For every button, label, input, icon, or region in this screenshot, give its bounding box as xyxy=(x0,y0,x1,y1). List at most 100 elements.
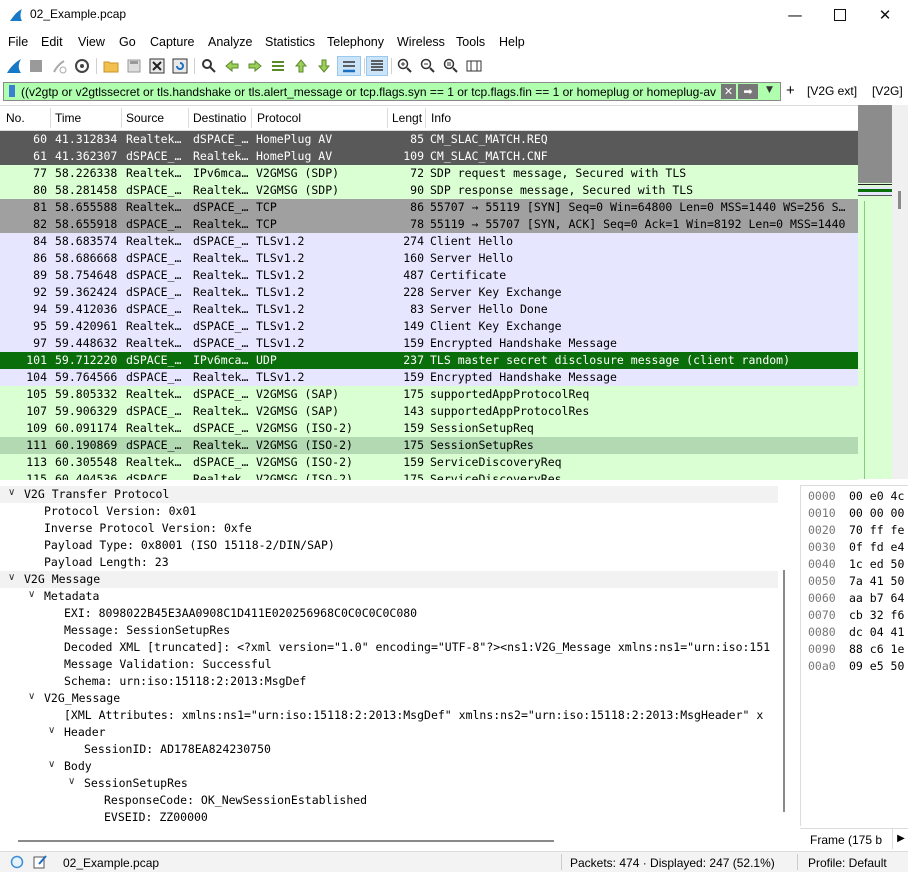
expand-chevron-icon[interactable]: ∨ xyxy=(48,759,55,770)
stop-capture-icon[interactable] xyxy=(26,56,46,76)
menu-edit[interactable]: Edit xyxy=(41,35,63,49)
packet-row[interactable]: 115 60.404536 dSPACE_… Realtek… V2GMSG (ISO-… xyxy=(0,471,858,480)
bytes-hex[interactable]: 7a 41 50 xyxy=(849,574,904,588)
column-info[interactable]: Info xyxy=(431,111,451,125)
menu-capture[interactable]: Capture xyxy=(150,35,194,49)
packet-row[interactable]: 77 58.226338 Realtek… IPv6mca… V2GMSG (SDP) 7… xyxy=(0,165,858,182)
autoscroll-icon[interactable] xyxy=(337,56,361,76)
zoom-in-icon[interactable] xyxy=(395,56,415,76)
column-divider[interactable] xyxy=(425,108,426,128)
last-packet-icon[interactable] xyxy=(314,56,334,76)
scrollbar-thumb[interactable] xyxy=(18,840,554,842)
packet-row[interactable]: 80 58.281458 dSPACE_… Realtek… V2GMSG (SDP) 9… xyxy=(0,182,858,199)
clear-filter-icon[interactable]: ✕ xyxy=(721,84,736,99)
column-divider[interactable] xyxy=(121,108,122,128)
menu-telephony[interactable]: Telephony xyxy=(327,35,384,49)
go-forward-icon[interactable] xyxy=(245,56,265,76)
scrollbar-thumb[interactable] xyxy=(898,191,901,209)
bytes-hex[interactable]: 70 ff fe xyxy=(849,523,904,537)
bytes-hex[interactable]: dc 04 41 xyxy=(849,625,904,639)
details-horizontal-scrollbar[interactable] xyxy=(0,835,790,849)
close-icon[interactable]: ✕ xyxy=(862,0,908,30)
column-divider[interactable] xyxy=(188,108,189,128)
column-divider[interactable] xyxy=(50,108,51,128)
menu-analyze[interactable]: Analyze xyxy=(208,35,252,49)
detail-tree-item[interactable]: ∨ V2G_Message xyxy=(0,690,778,707)
detail-tree-item[interactable]: Protocol Version: 0x01 xyxy=(0,503,778,520)
close-file-icon[interactable] xyxy=(147,56,167,76)
detail-tree-item[interactable]: ResponseCode: OK_NewSessionEstablished xyxy=(0,792,778,809)
expand-chevron-icon[interactable]: ∨ xyxy=(8,487,15,498)
packet-row[interactable]: 61 41.362307 dSPACE_… Realtek… HomePlug AV 10… xyxy=(0,148,858,165)
filter-bookmark-icon[interactable] xyxy=(9,85,15,97)
packet-row[interactable]: 113 60.305548 Realtek… dSPACE_… V2GMSG (ISO-… xyxy=(0,454,858,471)
packet-row[interactable]: 104 59.764566 dSPACE_… Realtek… TLSv1.2 159 En… xyxy=(0,369,858,386)
filter-button-v2g-ext[interactable]: [V2G ext] xyxy=(807,84,857,98)
colorize-icon[interactable] xyxy=(366,56,388,76)
open-file-icon[interactable] xyxy=(101,56,121,76)
packet-row[interactable]: 95 59.420961 Realtek… dSPACE_… TLSv1.2 149 Cli… xyxy=(0,318,858,335)
capture-comment-icon[interactable] xyxy=(33,854,48,869)
column-time[interactable]: Time xyxy=(55,111,81,125)
bytes-frame-tab[interactable]: Frame (175 b ▶ xyxy=(800,828,908,851)
detail-tree-item[interactable]: Schema: urn:iso:15118:2:2013:MsgDef xyxy=(0,673,778,690)
first-packet-icon[interactable] xyxy=(291,56,311,76)
bytes-hex[interactable]: aa b7 64 xyxy=(849,591,904,605)
resize-columns-icon[interactable] xyxy=(464,56,484,76)
expand-chevron-icon[interactable]: ∨ xyxy=(68,776,75,787)
packet-list-scrollbar[interactable] xyxy=(892,105,908,479)
column-divider[interactable] xyxy=(251,108,252,128)
column-protocol[interactable]: Protocol xyxy=(257,111,301,125)
restart-capture-icon[interactable] xyxy=(49,56,69,76)
detail-tree-item[interactable]: Message: SessionSetupRes xyxy=(0,622,778,639)
column-divider[interactable] xyxy=(387,108,388,128)
packet-row[interactable]: 97 59.448632 Realtek… dSPACE_… TLSv1.2 159 Enc… xyxy=(0,335,858,352)
filter-button-v2g[interactable]: [V2G] xyxy=(872,84,903,98)
detail-tree-item[interactable]: Decoded XML [truncated]: <?xml version="… xyxy=(0,639,778,656)
menu-go[interactable]: Go xyxy=(119,35,136,49)
expand-chevron-icon[interactable]: ∨ xyxy=(8,572,15,583)
expand-chevron-icon[interactable]: ∨ xyxy=(28,589,35,600)
detail-tree-item[interactable]: ∨ SessionSetupRes xyxy=(0,775,778,792)
menu-statistics[interactable]: Statistics xyxy=(265,35,315,49)
packet-row[interactable]: 82 58.655918 dSPACE_… Realtek… TCP 78 55119 → … xyxy=(0,216,858,233)
bytes-hex[interactable]: 0f fd e4 xyxy=(849,540,904,554)
packet-row[interactable]: 92 59.362424 dSPACE_… Realtek… TLSv1.2 228 Ser… xyxy=(0,284,858,301)
detail-tree-item[interactable]: ∨ V2G Message xyxy=(0,571,778,588)
go-to-packet-icon[interactable] xyxy=(268,56,288,76)
detail-tree-item[interactable]: EVSEID: ZZ00000 xyxy=(0,809,778,826)
expert-info-icon[interactable] xyxy=(10,855,24,869)
column-no[interactable]: No. xyxy=(6,111,25,125)
reload-file-icon[interactable] xyxy=(170,56,190,76)
expand-chevron-icon[interactable]: ∨ xyxy=(28,691,35,702)
tab-scroll-right-icon[interactable]: ▶ xyxy=(892,829,908,849)
scrollbar-thumb[interactable] xyxy=(783,570,785,812)
detail-tree-item[interactable]: SessionID: AD178EA824230750 xyxy=(0,741,778,758)
column-length[interactable]: Lengt xyxy=(392,111,422,125)
detail-tree-item[interactable]: Inverse Protocol Version: 0xfe xyxy=(0,520,778,537)
save-file-icon[interactable] xyxy=(124,56,144,76)
detail-tree-item[interactable]: EXI: 8098022B45E3AA0908C1D411E020256968C… xyxy=(0,605,778,622)
find-packet-icon[interactable] xyxy=(199,56,219,76)
bytes-hex[interactable]: 88 c6 1e xyxy=(849,642,904,656)
apply-filter-icon[interactable]: ➡ xyxy=(738,84,758,99)
bytes-hex[interactable]: 00 e0 4c xyxy=(849,489,904,503)
detail-tree-item[interactable]: ∨ Metadata xyxy=(0,588,778,605)
bytes-hex[interactable]: 1c ed 50 xyxy=(849,557,904,571)
add-filter-button-icon[interactable]: + xyxy=(786,82,795,99)
column-source[interactable]: Source xyxy=(126,111,164,125)
packet-row[interactable]: 101 59.712220 dSPACE_… IPv6mca… UDP 237 TLS ma… xyxy=(0,352,858,369)
details-vertical-scrollbar[interactable] xyxy=(778,485,790,835)
detail-tree-item[interactable]: ∨ V2G Transfer Protocol xyxy=(0,486,778,503)
zoom-normal-icon[interactable] xyxy=(441,56,461,76)
detail-tree-item[interactable]: Payload Length: 23 xyxy=(0,554,778,571)
packet-row[interactable]: 94 59.412036 dSPACE_… Realtek… TLSv1.2 83 Serv… xyxy=(0,301,858,318)
packet-row[interactable]: 89 58.754648 dSPACE_… Realtek… TLSv1.2 487 Cer… xyxy=(0,267,858,284)
minimize-icon[interactable]: — xyxy=(772,0,818,30)
detail-tree-item[interactable]: ∨ Body xyxy=(0,758,778,775)
menu-view[interactable]: View xyxy=(78,35,105,49)
display-filter-text[interactable]: ((v2gtp or v2gtlssecret or tls.handshake… xyxy=(21,85,719,99)
detail-tree-item[interactable]: ∨ Header xyxy=(0,724,778,741)
packet-row[interactable]: 111 60.190869 dSPACE_… Realtek… V2GMSG (ISO-… xyxy=(0,437,858,454)
filter-history-dropdown-icon[interactable]: ▼ xyxy=(766,85,773,95)
